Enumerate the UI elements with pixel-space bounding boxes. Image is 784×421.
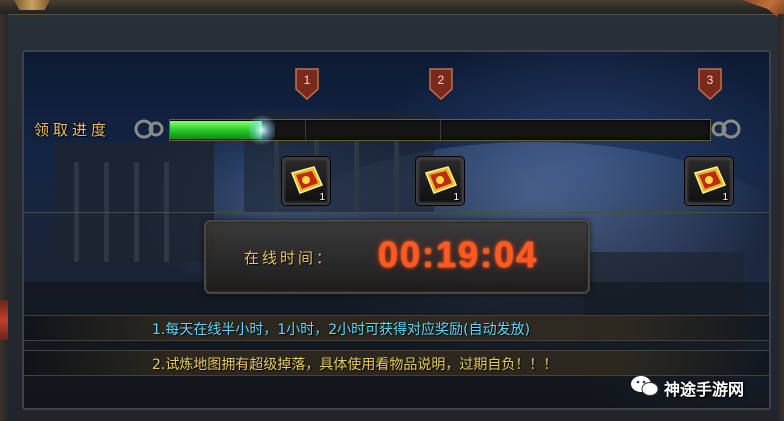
progress-bar [169, 112, 711, 148]
milestone-number: 3 [706, 73, 714, 87]
wechat-icon [631, 376, 659, 396]
reward-count: 1 [722, 192, 728, 203]
left-border-accent [0, 300, 8, 340]
online-time-box: 在线时间： 00:19:04 [204, 220, 590, 294]
progress-sparkle-icon [249, 112, 275, 148]
milestone-marker-1: 1 [294, 67, 320, 101]
progress-section: 领取进度 1 2 3 1 1 1 [24, 62, 769, 213]
top-left-ornament [14, 0, 50, 10]
note-text: 1.每天在线半小时，1小时，2小时可获得对应奖励(自动发放) [152, 322, 531, 338]
reward-slot-2[interactable]: 1 [416, 157, 464, 205]
progress-tick [440, 120, 441, 140]
progress-tick [305, 120, 306, 140]
bar-right-scroll-icon [711, 119, 741, 139]
online-time-label: 在线时间： [244, 249, 335, 267]
window-top-border [0, 0, 784, 15]
milestone-marker-3: 3 [697, 67, 723, 101]
milestone-number: 2 [437, 73, 445, 87]
milestone-marker-2: 2 [428, 67, 454, 101]
online-reward-panel: 领取进度 1 2 3 1 1 1 在线时间： 00:19:04 1.每天在线半小… [22, 50, 771, 410]
reward-slot-1[interactable]: 1 [282, 157, 330, 205]
bar-left-scroll-icon [134, 119, 164, 139]
reward-slot-3[interactable]: 1 [685, 157, 733, 205]
reward-count: 1 [319, 192, 325, 203]
note-row-1: 1.每天在线半小时，1小时，2小时可获得对应奖励(自动发放) [24, 315, 769, 341]
watermark-text: 神途手游网 [664, 380, 745, 399]
note-text: 2.试炼地图拥有超级掉落，具体使用看物品说明，过期自负！！！ [152, 357, 558, 373]
online-time-value: 00:19:04 [378, 234, 539, 275]
watermark: 神途手游网 [630, 372, 780, 404]
left-border [0, 14, 8, 421]
milestone-number: 1 [303, 73, 311, 87]
progress-label: 领取进度 [34, 121, 111, 139]
game-window: 领取进度 1 2 3 1 1 1 在线时间： 00:19:04 1.每天在线半小… [0, 0, 784, 421]
right-border [778, 14, 784, 421]
reward-count: 1 [453, 192, 459, 203]
